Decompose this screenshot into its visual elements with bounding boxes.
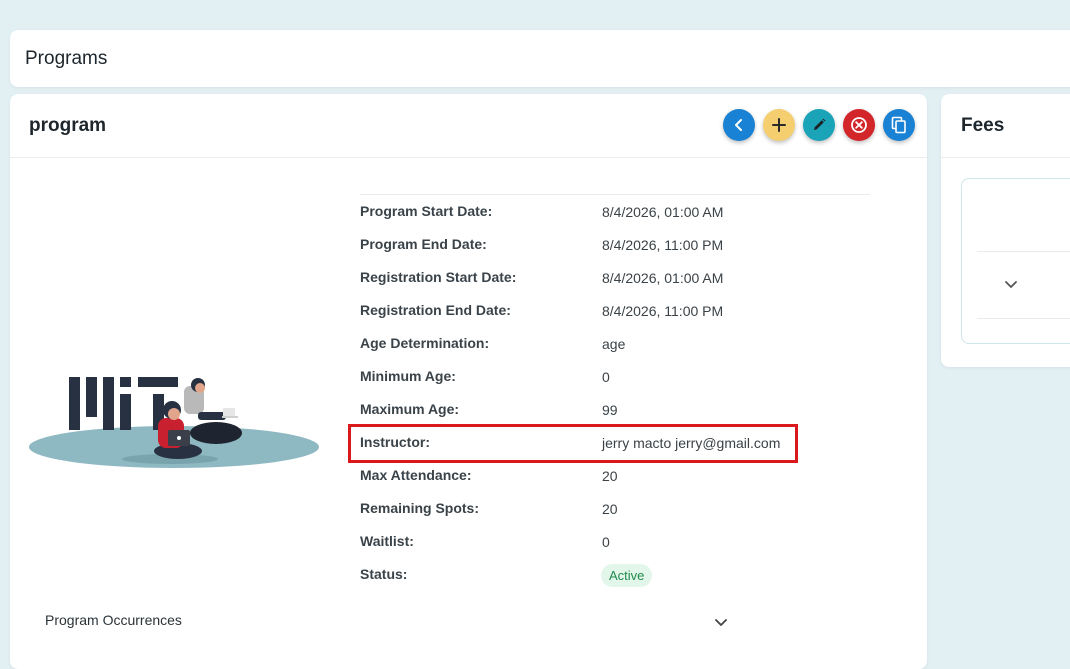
detail-label: Maximum Age: (360, 401, 460, 417)
circle-x-icon (851, 117, 867, 133)
detail-label: Program Start Date: (360, 203, 493, 219)
detail-label: Remaining Spots: (360, 500, 480, 516)
cancel-button[interactable] (843, 109, 875, 141)
copy-button[interactable] (883, 109, 915, 141)
detail-value: 8/4/2026, 11:00 PM (602, 303, 724, 319)
detail-row-registration-start: Registration Start Date: 8/4/2026, 01:00… (360, 269, 870, 302)
divider (360, 194, 870, 195)
detail-value: 20 (602, 468, 618, 484)
detail-row-remaining-spots: Remaining Spots: 20 (360, 500, 870, 533)
program-card-header: program (10, 94, 927, 158)
detail-row-status: Status: Active (360, 564, 870, 599)
detail-label: Instructor: (360, 434, 430, 450)
detail-row-age-determination: Age Determination: age (360, 335, 870, 368)
detail-row-waitlist: Waitlist: 0 (360, 533, 870, 566)
person-right (184, 378, 242, 444)
detail-row-instructor: Instructor: jerry macto jerry@gmail.com (360, 434, 870, 467)
plus-icon (772, 118, 786, 132)
program-illustration (29, 377, 319, 468)
detail-row-program-end: Program End Date: 8/4/2026, 11:00 PM (360, 236, 870, 269)
action-toolbar (723, 109, 915, 141)
detail-value: 0 (602, 369, 610, 385)
divider (977, 251, 1070, 252)
detail-row-minimum-age: Minimum Age: 0 (360, 368, 870, 401)
program-details: Program Start Date: 8/4/2026, 01:00 AM P… (360, 194, 870, 599)
page-title: Programs (25, 48, 108, 69)
detail-value: 8/4/2026, 01:00 AM (602, 270, 724, 286)
copy-icon (891, 116, 906, 134)
detail-label: Max Attendance: (360, 467, 472, 483)
detail-label: Program End Date: (360, 236, 487, 252)
detail-label: Registration Start Date: (360, 269, 517, 285)
detail-value: 99 (602, 402, 618, 418)
detail-label: Age Determination: (360, 335, 490, 351)
edit-button[interactable] (803, 109, 835, 141)
detail-value: 0 (602, 534, 610, 550)
divider (977, 318, 1070, 319)
detail-row-program-start: Program Start Date: 8/4/2026, 01:00 AM (360, 203, 870, 236)
chevron-down-icon[interactable] (1003, 276, 1019, 292)
program-card: program Program Start Date: 8/4/2026, 01… (10, 94, 927, 669)
chevron-down-icon[interactable] (713, 614, 729, 630)
status-badge: Active (601, 564, 653, 587)
detail-value: 20 (602, 501, 618, 517)
detail-row-max-attendance: Max Attendance: 20 (360, 467, 870, 500)
program-title: program (29, 115, 107, 136)
pencil-icon (814, 118, 826, 130)
fees-card-header: Fees (941, 94, 1070, 158)
detail-value: 8/4/2026, 01:00 AM (602, 204, 724, 220)
detail-row-maximum-age: Maximum Age: 99 (360, 401, 870, 434)
back-button[interactable] (723, 109, 755, 141)
program-occurrences-label[interactable]: Program Occurrences (45, 612, 182, 628)
detail-label: Registration End Date: (360, 302, 511, 318)
add-button[interactable] (763, 109, 795, 141)
page-header: Programs (10, 30, 1070, 87)
detail-label: Status: (360, 566, 408, 582)
detail-value: 8/4/2026, 11:00 PM (602, 237, 724, 253)
fees-panel (961, 178, 1070, 344)
detail-value: age (602, 336, 626, 352)
detail-label: Minimum Age: (360, 368, 456, 384)
detail-label: Waitlist: (360, 533, 414, 549)
fees-card: Fees (941, 94, 1070, 367)
detail-value: jerry macto jerry@gmail.com (602, 435, 781, 451)
chevron-left-icon (735, 119, 742, 131)
detail-row-registration-end: Registration End Date: 8/4/2026, 11:00 P… (360, 302, 870, 335)
fees-title: Fees (961, 115, 1005, 136)
